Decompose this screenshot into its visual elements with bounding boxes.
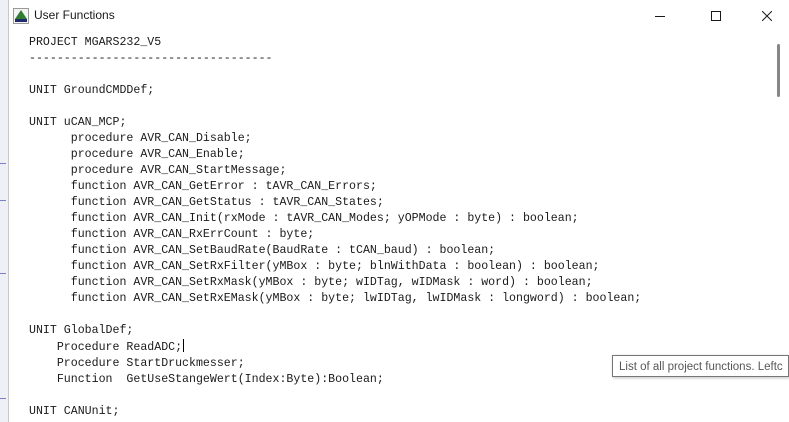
minimize-icon [655, 16, 665, 17]
code-line: procedure AVR_CAN_Enable; [29, 148, 245, 161]
code-line: UNIT CANUnit; [29, 405, 120, 418]
code-line: PROJECT MGARS232_V5 [29, 36, 162, 49]
code-line: Function GetUseStangeWert(Index:Byte):Bo… [29, 373, 384, 386]
scrollbar-thumb[interactable] [777, 44, 780, 97]
title-bar[interactable]: User Functions [9, 0, 789, 32]
code-line: UNIT GlobalDef; [29, 324, 134, 337]
code-line: function AVR_CAN_GetError : tAVR_CAN_Err… [29, 180, 377, 193]
code-line: function AVR_CAN_RxErrCount : byte; [29, 228, 315, 241]
code-line: function AVR_CAN_SetRxEMask(yMBox : byte… [29, 292, 642, 305]
code-line: UNIT uCAN_MCP; [29, 116, 127, 129]
code-line: Procedure StartDruckmesser; [29, 357, 245, 370]
code-line: function AVR_CAN_SetRxFilter(yMBox : byt… [29, 260, 600, 273]
close-icon [762, 11, 772, 21]
background-dashed-mark [0, 163, 6, 164]
avr-app-icon [13, 8, 29, 24]
close-button[interactable] [744, 0, 789, 32]
code-line: function AVR_CAN_GetStatus : tAVR_CAN_St… [29, 196, 384, 209]
background-dashed-mark [0, 273, 6, 274]
code-line: procedure AVR_CAN_Disable; [29, 132, 252, 145]
code-line: UNIT GroundCMDDef; [29, 84, 155, 97]
background-dashed-mark [0, 200, 6, 201]
text-caret [183, 339, 185, 352]
window-title: User Functions [34, 8, 115, 22]
code-line: Procedure ReadADC; [29, 341, 183, 354]
code-line: ----------------------------------- [29, 52, 273, 65]
background-dashed-mark [0, 398, 6, 399]
maximize-button[interactable] [693, 0, 739, 32]
code-line: function AVR_CAN_Init(rxMode : tAVR_CAN_… [29, 212, 579, 225]
tooltip: List of all project functions. Leftc [612, 355, 789, 377]
code-line: function AVR_CAN_SetRxMask(yMBox : byte;… [29, 276, 593, 289]
code-line: procedure AVR_CAN_StartMessage; [29, 164, 287, 177]
minimize-button[interactable] [637, 0, 683, 32]
background-window-edge [0, 0, 8, 422]
maximize-icon [711, 11, 721, 21]
code-line: function AVR_CAN_SetBaudRate(BaudRate : … [29, 244, 496, 257]
